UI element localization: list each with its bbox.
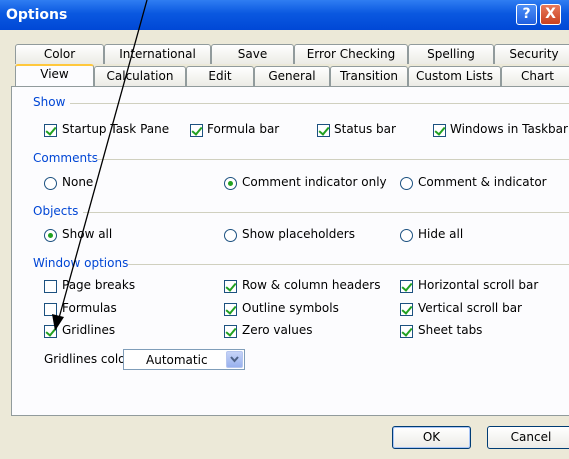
tab-calculation[interactable]: Calculation — [94, 66, 186, 86]
options-dialog: Options ? X Color International Save Err… — [0, 0, 569, 459]
sheet-tabs-label: Sheet tabs — [418, 323, 483, 337]
status-bar-checkbox[interactable] — [317, 124, 330, 137]
tab-save[interactable]: Save — [211, 44, 294, 64]
sheet-tabs-checkbox[interactable] — [400, 325, 413, 338]
outline-symbols-checkbox[interactable] — [224, 303, 237, 316]
show-all-label: Show all — [62, 227, 113, 241]
group-label-show: Show — [33, 95, 66, 109]
group-divider — [83, 212, 569, 213]
group-divider — [70, 103, 569, 104]
tab-security[interactable]: Security — [494, 44, 569, 64]
group-label-window-options: Window options — [33, 256, 129, 270]
group-label-objects: Objects — [33, 204, 79, 218]
gridlines-label: Gridlines — [62, 323, 116, 337]
tab-chart[interactable]: Chart — [501, 66, 569, 86]
comment-indicator-only-label: Comment indicator only — [242, 175, 387, 189]
formulas-checkbox[interactable] — [44, 303, 57, 316]
outline-symbols-label: Outline symbols — [242, 301, 339, 315]
gridlines-color-value: Automatic — [146, 353, 208, 367]
tab-view[interactable]: View — [15, 64, 94, 86]
cancel-button[interactable]: Cancel — [487, 426, 569, 449]
comment-indicator-only-radio[interactable] — [224, 177, 237, 190]
gridlines-checkbox[interactable] — [44, 325, 57, 338]
zero-values-checkbox[interactable] — [224, 325, 237, 338]
startup-task-pane-checkbox[interactable] — [44, 124, 57, 137]
tab-spelling[interactable]: Spelling — [408, 44, 494, 64]
gridlines-color-select[interactable]: Automatic — [123, 349, 245, 370]
dialog-title: Options — [6, 7, 68, 23]
tab-error-checking[interactable]: Error Checking — [294, 44, 408, 64]
tab-custom-lists[interactable]: Custom Lists — [408, 66, 501, 86]
formula-bar-label: Formula bar — [207, 122, 280, 136]
comments-none-radio[interactable] — [44, 177, 57, 190]
tab-edit[interactable]: Edit — [186, 66, 254, 86]
comment-and-indicator-radio[interactable] — [400, 177, 413, 190]
formula-bar-checkbox[interactable] — [190, 124, 203, 137]
formulas-label: Formulas — [62, 301, 117, 315]
page-breaks-label: Page breaks — [62, 278, 136, 292]
ok-button[interactable]: OK — [392, 426, 471, 449]
title-bar[interactable]: Options ? X — [0, 0, 569, 30]
group-divider — [96, 159, 569, 160]
row-column-headers-label: Row & column headers — [242, 278, 381, 292]
tab-color[interactable]: Color — [15, 44, 104, 64]
page-breaks-checkbox[interactable] — [44, 280, 57, 293]
show-all-radio[interactable] — [44, 229, 57, 242]
status-bar-label: Status bar — [334, 122, 396, 136]
tab-international[interactable]: International — [104, 44, 211, 64]
vertical-scroll-bar-checkbox[interactable] — [400, 303, 413, 316]
zero-values-label: Zero values — [242, 323, 313, 337]
show-placeholders-label: Show placeholders — [242, 227, 355, 241]
group-divider — [128, 264, 569, 265]
startup-task-pane-label: Startup Task Pane — [62, 122, 170, 136]
help-button[interactable]: ? — [516, 4, 537, 25]
hide-all-label: Hide all — [418, 227, 464, 241]
group-label-comments: Comments — [33, 151, 99, 165]
chevron-down-icon[interactable] — [226, 351, 243, 368]
tab-general[interactable]: General — [254, 66, 330, 86]
gridlines-color-label: Gridlines color: — [44, 352, 135, 366]
show-placeholders-radio[interactable] — [224, 229, 237, 242]
row-column-headers-checkbox[interactable] — [224, 280, 237, 293]
comments-none-label: None — [62, 175, 94, 189]
windows-in-taskbar-label: Windows in Taskbar — [450, 122, 568, 136]
hide-all-radio[interactable] — [400, 229, 413, 242]
comment-and-indicator-label: Comment & indicator — [418, 175, 547, 189]
horizontal-scroll-bar-label: Horizontal scroll bar — [418, 278, 539, 292]
tab-transition[interactable]: Transition — [330, 66, 408, 86]
vertical-scroll-bar-label: Vertical scroll bar — [418, 301, 522, 315]
close-button[interactable]: X — [540, 4, 561, 25]
horizontal-scroll-bar-checkbox[interactable] — [400, 280, 413, 293]
windows-in-taskbar-checkbox[interactable] — [433, 124, 446, 137]
